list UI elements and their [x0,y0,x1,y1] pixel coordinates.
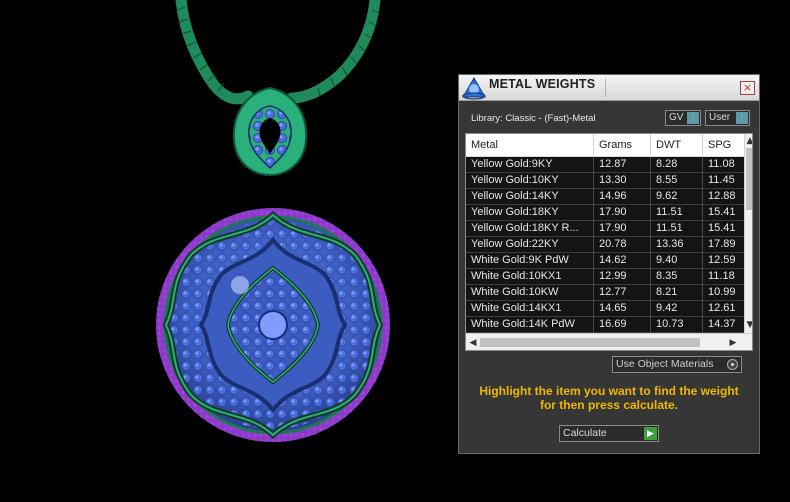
table-header: Metal Grams DWT SPG [466,134,744,157]
table-row[interactable]: White Gold:10KW 12.77 8.21 10.99 [466,285,744,301]
vertical-scrollbar[interactable]: ▲ ▼ [744,134,752,333]
instructions-text: Highlight the item you want to find the … [479,384,739,412]
metal-cell: White Gold:10KW [466,285,594,301]
metal-cell: Yellow Gold:14KY [466,189,594,205]
app-logo-icon [462,77,486,100]
grams-cell: 14.96 [594,189,651,205]
grams-cell: 14.65 [594,301,651,317]
spg-cell: 15.41 [708,206,736,218]
units-select-value: User [709,112,731,123]
grams-cell: 20.78 [594,237,651,253]
calculate-button[interactable]: Calculate ▶ [559,425,659,442]
table-row[interactable]: Yellow Gold:22KY 20.78 13.36 17.89 [466,237,744,253]
dwt-cell: 8.35 [651,269,703,285]
grams-cell: 12.99 [594,269,651,285]
table-row[interactable]: Yellow Gold:18KY R... 17.90 11.51 15.41 [466,221,744,237]
metal-cell: Yellow Gold:22KY [466,237,594,253]
metal-cell: White Gold:10KX1 [466,269,594,285]
dwt-cell: 10.73 [651,317,703,333]
table-row[interactable]: White Gold:14K PdW 16.69 10.73 14.37 [466,317,744,333]
table-row[interactable]: Yellow Gold:14KY 14.96 9.62 12.88 [466,189,744,205]
scroll-left-icon[interactable]: ◀ [468,338,478,348]
metal-cell: White Gold:14K PdW [466,317,594,333]
table-row[interactable]: White Gold:14KX1 14.65 9.42 12.61 [466,301,744,317]
select-handle-icon: ⫶ [736,112,748,124]
pendant-render [156,0,390,442]
spg-cell: 14.37 [708,318,736,330]
metal-cell: Yellow Gold:18KY [466,205,594,221]
table-row[interactable]: Yellow Gold:9KY 12.87 8.28 11.08 [466,157,744,173]
metal-cell: White Gold:14KX1 [466,301,594,317]
table-row[interactable]: Yellow Gold:10KY 13.30 8.55 11.45 [466,173,744,189]
scroll-up-icon[interactable]: ▲ [745,136,752,146]
title-divider [605,79,606,97]
gv-select[interactable]: GV ⫶ [665,110,701,126]
grams-cell: 17.90 [594,221,651,237]
select-handle-icon: ⫶ [687,112,699,124]
dwt-cell: 11.51 [651,221,703,237]
grams-cell: 12.77 [594,285,651,301]
spg-cell: 15.41 [708,222,736,234]
spg-cell: 11.08 [708,158,735,170]
column-header-metal[interactable]: Metal [466,134,594,157]
grams-cell: 17.90 [594,205,651,221]
dwt-cell: 8.55 [651,173,703,189]
spg-cell: 12.88 [708,190,736,202]
spg-cell: 11.18 [708,270,735,282]
scroll-right-icon[interactable]: ▶ [728,338,738,348]
metal-weights-panel: METAL WEIGHTS × Library: Classic - (Fast… [458,74,760,454]
metal-cell: Yellow Gold:9KY [466,157,594,173]
dwt-cell: 9.42 [651,301,703,317]
spg-cell: 10.99 [708,286,736,298]
grams-cell: 16.69 [594,317,651,333]
panel-title: METAL WEIGHTS [489,77,596,91]
dwt-cell: 13.36 [651,237,703,253]
grams-cell: 13.30 [594,173,651,189]
scroll-down-icon[interactable]: ▼ [745,320,752,330]
vertical-scroll-thumb[interactable] [746,148,752,210]
grams-cell: 14.62 [594,253,651,269]
spg-cell: 11.45 [708,174,735,186]
column-header-grams[interactable]: Grams [594,134,651,157]
dwt-cell: 11.51 [651,205,703,221]
column-header-spg[interactable]: SPG [703,134,744,157]
metal-cell: White Gold:9K PdW [466,253,594,269]
radio-icon[interactable] [727,359,738,370]
use-object-materials-label: Use Object Materials [616,358,714,370]
library-label: Library: Classic - (Fast)-Metal [471,113,596,124]
column-header-dwt[interactable]: DWT [651,134,703,157]
calculate-label: Calculate [563,427,607,439]
spg-cell: 17.89 [708,238,736,250]
spg-cell: 12.61 [708,302,736,314]
grams-cell: 12.87 [594,157,651,173]
horizontal-scroll-thumb[interactable] [480,338,700,347]
metal-cell: Yellow Gold:10KY [466,173,594,189]
dwt-cell: 9.40 [651,253,703,269]
panel-titlebar[interactable]: METAL WEIGHTS × [459,75,759,101]
play-icon[interactable]: ▶ [644,427,657,440]
chain [175,0,381,105]
pendant-disc [156,208,390,442]
horizontal-scrollbar[interactable]: ◀ ▶ [466,333,752,350]
table-row[interactable]: White Gold:10KX1 12.99 8.35 11.18 [466,269,744,285]
metal-table: Metal Grams DWT SPG Yellow Gold:9KY 12.87… [465,133,753,351]
table-row[interactable]: Yellow Gold:18KY 17.90 11.51 15.41 [466,205,744,221]
table-body: Yellow Gold:9KY 12.87 8.28 11.08 Yellow Gold… [466,157,744,333]
spg-cell: 12.59 [708,254,736,266]
table-row[interactable]: White Gold:9K PdW 14.62 9.40 12.59 [466,253,744,269]
units-select[interactable]: User ⫶ [705,110,750,126]
dwt-cell: 8.21 [651,285,703,301]
dwt-cell: 8.28 [651,157,703,173]
gv-select-value: GV [669,112,684,123]
metal-cell: Yellow Gold:18KY R... [466,221,594,237]
dwt-cell: 9.62 [651,189,703,205]
close-button[interactable]: × [740,81,755,95]
use-object-materials-option[interactable]: Use Object Materials [612,356,742,373]
